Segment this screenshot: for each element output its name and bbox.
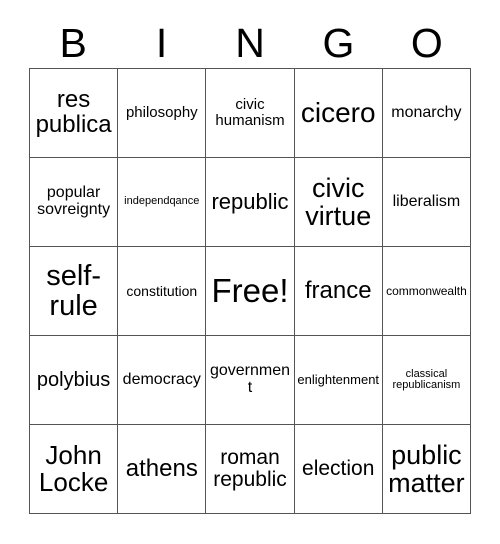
- bingo-free-space-label: Free!: [211, 271, 289, 309]
- bingo-cell-label: monarchy: [391, 103, 462, 121]
- bingo-cell-label: self-rule: [46, 259, 101, 322]
- bingo-cell[interactable]: John Locke: [30, 425, 119, 514]
- bingo-row: self-rule constitution Free! france comm…: [30, 247, 472, 336]
- bingo-cell-label: polybius: [36, 368, 111, 391]
- bingo-grid: res publica philosophy civic humanism ci…: [29, 68, 472, 514]
- bingo-cell[interactable]: monarchy: [382, 69, 472, 158]
- bingo-cell[interactable]: roman republic: [206, 425, 295, 514]
- bingo-row: popular sovreignty independqance republi…: [30, 158, 472, 247]
- bingo-cell[interactable]: enlightenment: [294, 336, 383, 425]
- bingo-cell-label: res publica: [35, 86, 112, 138]
- bingo-cell-label: roman republic: [213, 446, 287, 491]
- bingo-row: John Locke athens roman republic electio…: [30, 425, 472, 514]
- bingo-cell[interactable]: independqance: [118, 158, 207, 247]
- bingo-cell-label: election: [302, 457, 375, 481]
- bingo-header: B I N G O: [29, 18, 471, 68]
- bingo-row: res publica philosophy civic humanism ci…: [30, 69, 472, 158]
- bingo-cell-label: constitution: [126, 282, 198, 299]
- bingo-cell[interactable]: liberalism: [382, 158, 472, 247]
- bingo-cell-label: popular sovreignty: [37, 184, 111, 218]
- bingo-cell-label: classical republicanism: [392, 367, 461, 391]
- bingo-cell[interactable]: constitution: [118, 247, 207, 336]
- header-letter-n: N: [235, 19, 265, 66]
- bingo-cell[interactable]: democracy: [118, 336, 207, 425]
- bingo-cell[interactable]: popular sovreignty: [30, 158, 119, 247]
- bingo-row: polybius democracy government enlightenm…: [30, 336, 472, 425]
- bingo-cell-label: liberalism: [392, 192, 461, 210]
- bingo-cell-label: civic virtue: [305, 172, 372, 231]
- bingo-cell[interactable]: classical republicanism: [382, 336, 472, 425]
- bingo-cell[interactable]: self-rule: [30, 247, 119, 336]
- bingo-cell-label: enlightenment: [297, 372, 380, 388]
- bingo-cell-label: republic: [211, 188, 289, 214]
- bingo-cell-label: athens: [125, 454, 198, 482]
- bingo-cell[interactable]: res publica: [30, 69, 119, 158]
- header-letter-g: G: [322, 19, 355, 66]
- bingo-cell[interactable]: athens: [118, 425, 207, 514]
- bingo-cell[interactable]: commonwealth: [382, 247, 472, 336]
- bingo-cell-label: democracy: [122, 370, 201, 388]
- bingo-cell-label: philosophy: [125, 104, 198, 122]
- header-letter-i: I: [155, 19, 168, 66]
- bingo-cell-label: independqance: [124, 195, 200, 208]
- bingo-cell[interactable]: france: [294, 247, 383, 336]
- bingo-cell-label: cicero: [300, 97, 376, 129]
- bingo-cell-label: public matter: [388, 439, 465, 498]
- bingo-cell-label: government: [209, 362, 291, 396]
- bingo-cell[interactable]: election: [294, 425, 383, 514]
- bingo-cell-label: france: [304, 276, 372, 304]
- header-letter-o: O: [410, 19, 443, 66]
- bingo-cell-label: commonwealth: [386, 283, 467, 298]
- bingo-cell[interactable]: philosophy: [118, 69, 207, 158]
- bingo-cell-free-space[interactable]: Free!: [206, 247, 295, 336]
- bingo-cell[interactable]: polybius: [30, 336, 119, 425]
- bingo-cell[interactable]: civic humanism: [206, 69, 295, 158]
- bingo-cell[interactable]: government: [206, 336, 295, 425]
- bingo-cell[interactable]: republic: [206, 158, 295, 247]
- bingo-card: B I N G O res publica philosophy civic h…: [0, 0, 500, 544]
- header-letter-b: B: [59, 19, 87, 66]
- bingo-cell-label: John Locke: [38, 439, 109, 497]
- bingo-cell[interactable]: cicero: [294, 69, 383, 158]
- bingo-cell-label: civic humanism: [215, 96, 285, 129]
- bingo-cell[interactable]: civic virtue: [294, 158, 383, 247]
- bingo-cell[interactable]: public matter: [382, 425, 472, 514]
